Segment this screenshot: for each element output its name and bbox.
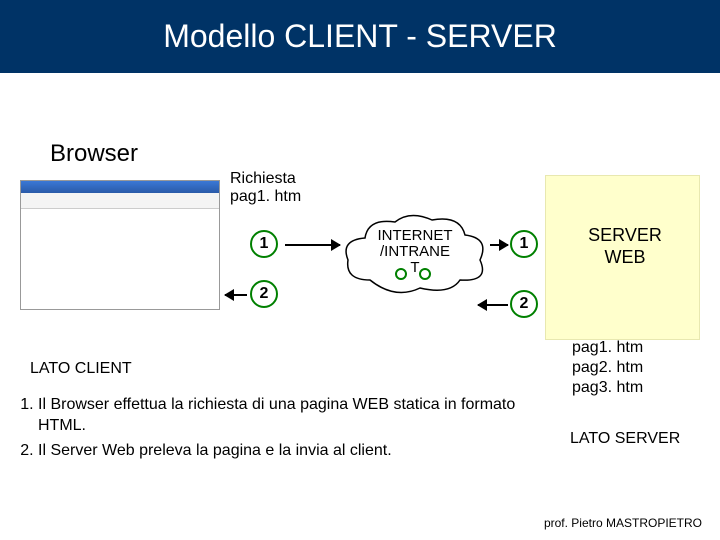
- description-list: Il Browser effettua la richiesta di una …: [20, 395, 540, 465]
- arrow-1-to-cloud: [285, 244, 340, 246]
- arrow-1-from-cloud: [490, 244, 508, 246]
- file-3: pag3. htm: [572, 378, 643, 398]
- server-file-list: pag1. htm pag2. htm pag3. htm: [572, 338, 643, 398]
- lato-client-label: LATO CLIENT: [30, 360, 132, 378]
- cloud-dots: [395, 268, 431, 280]
- step-2-text: Il Server Web preleva la pagina e la inv…: [38, 441, 540, 462]
- footer-credit: prof. Pietro MASTROPIETRO: [544, 516, 702, 530]
- step-marker-1-right: 1: [510, 230, 538, 258]
- arrow-2-from-server: [478, 304, 508, 306]
- file-2: pag2. htm: [572, 358, 643, 378]
- request-label: Richiesta pag1. htm: [230, 170, 301, 207]
- arrow-2-to-browser: [225, 294, 247, 296]
- cloud-icon: INTERNET /INTRANE T: [340, 210, 490, 300]
- slide-title: Modello CLIENT - SERVER: [0, 0, 720, 73]
- file-1: pag1. htm: [572, 338, 643, 358]
- step-marker-2-left: 2: [250, 280, 278, 308]
- lato-server-label: LATO SERVER: [570, 430, 680, 448]
- step-1-text: Il Browser effettua la richiesta di una …: [38, 395, 540, 437]
- browser-thumbnail: [20, 180, 220, 310]
- step-marker-2-right: 2: [510, 290, 538, 318]
- step-marker-1-left: 1: [250, 230, 278, 258]
- browser-label: Browser: [50, 140, 138, 168]
- server-label: SERVER WEB: [570, 225, 680, 268]
